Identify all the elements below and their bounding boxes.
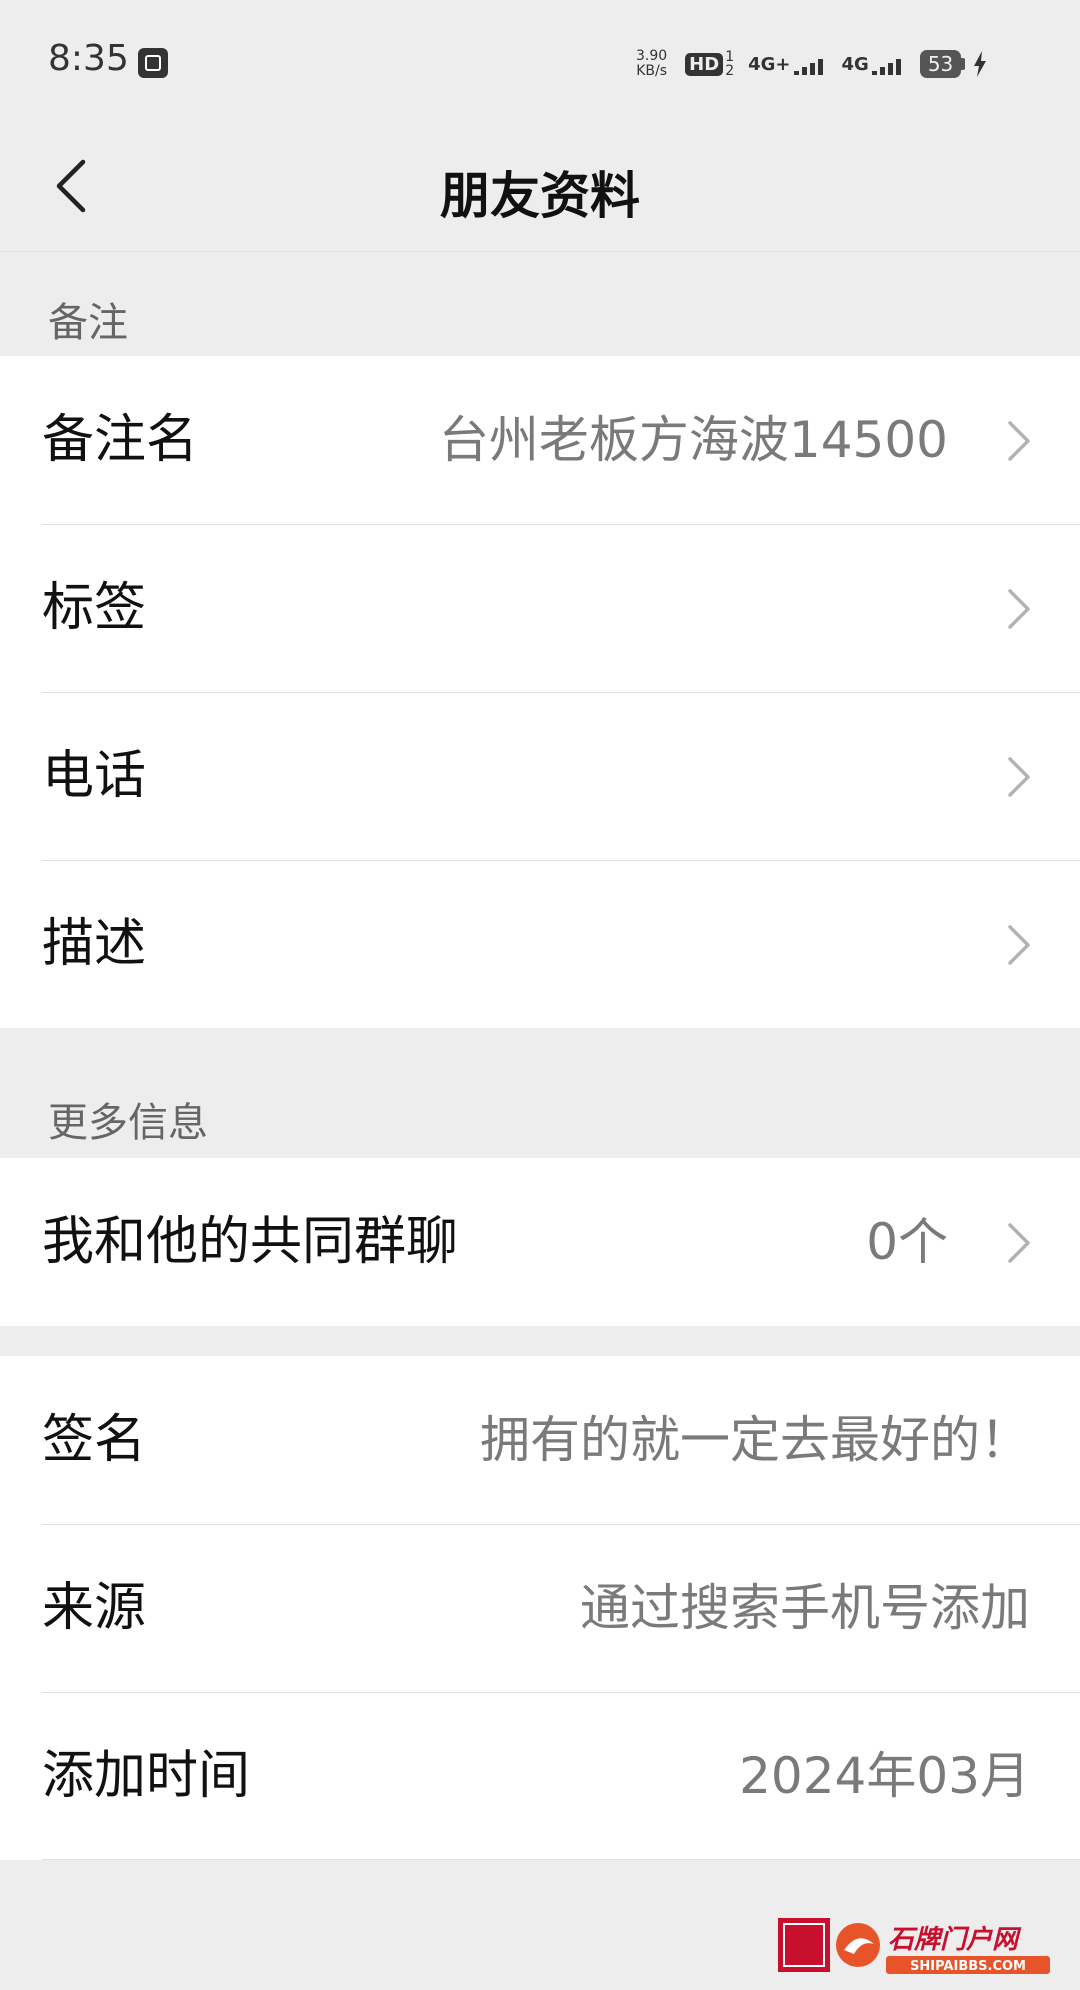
watermark-logo-icon: 石牌门户网 SHIPAIBBS.COM — [778, 1918, 1050, 1974]
section-label-remark: 备注 — [48, 300, 128, 346]
phone-row[interactable]: 电话 — [0, 692, 1080, 860]
battery-icon: 53 — [919, 50, 966, 78]
watermark-logo: 石牌门户网 SHIPAIBBS.COM — [776, 1914, 1056, 1976]
source-row: 来源 通过搜索手机号添加 — [0, 1524, 1080, 1692]
row-label: 备注名 — [42, 410, 199, 470]
sim1-network-label: 4G+ — [748, 53, 791, 75]
network-speed-value: 3.90 — [636, 48, 668, 64]
hd-sub-bottom: 2 — [725, 63, 735, 79]
hd-sub-top: 1 — [725, 49, 735, 65]
network-speed: 3.90 KB/s — [636, 49, 667, 79]
status-bar: 8:35 3.90 KB/s HD 1 2 4G+ 4G 53 — [0, 0, 1080, 120]
sim2-network-label: 4G — [841, 53, 869, 75]
row-label: 签名 — [42, 1410, 147, 1470]
battery-level: 53 — [919, 50, 962, 78]
row-label: 我和他的共同群聊 — [42, 1212, 459, 1272]
common-groups-count: 0个 — [866, 1213, 948, 1271]
chevron-right-icon — [1008, 757, 1030, 797]
remark-name-row[interactable]: 备注名 台州老板方海波14500 — [0, 356, 1080, 524]
row-label: 标签 — [42, 578, 147, 638]
charging-icon — [974, 51, 987, 77]
chevron-right-icon — [1008, 925, 1030, 965]
sim2-signal-icon: 4G — [842, 54, 904, 75]
common-groups-group: 我和他的共同群聊 0个 — [0, 1158, 1080, 1326]
watermark-url: SHIPAIBBS.COM — [910, 1959, 1026, 1974]
network-speed-unit: KB/s — [636, 63, 667, 79]
row-label: 电话 — [42, 746, 147, 806]
chevron-right-icon — [1008, 1223, 1030, 1263]
row-label: 来源 — [42, 1578, 147, 1638]
source-value: 通过搜索手机号添加 — [580, 1579, 1030, 1637]
status-time: 8:35 — [48, 38, 129, 79]
nav-bar: 朋友资料 — [0, 120, 1080, 252]
section-label-more-info: 更多信息 — [48, 1100, 208, 1146]
sim1-signal-icon: 4G+ — [748, 54, 825, 75]
screenshot-icon — [138, 48, 168, 78]
tags-row[interactable]: 标签 — [0, 524, 1080, 692]
status-indicators: 3.90 KB/s HD 1 2 4G+ 4G 53 — [636, 44, 987, 84]
remark-name-value: 台州老板方海波14500 — [438, 411, 948, 469]
signature-row: 签名 拥有的就一定去最好的！ — [0, 1356, 1080, 1524]
watermark-text: 石牌门户网 — [888, 1925, 1022, 1955]
common-groups-row[interactable]: 我和他的共同群聊 0个 — [0, 1158, 1080, 1326]
chevron-right-icon — [1008, 589, 1030, 629]
profile-info-group: 签名 拥有的就一定去最好的！ 来源 通过搜索手机号添加 添加时间 2024年03… — [0, 1356, 1080, 1860]
row-label: 描述 — [42, 914, 147, 974]
page-title: 朋友资料 — [440, 167, 640, 225]
remark-group: 备注名 台州老板方海波14500 标签 电话 描述 — [0, 356, 1080, 1028]
hd-icon: HD — [685, 52, 724, 76]
chevron-right-icon — [1008, 421, 1030, 461]
add-time-row: 添加时间 2024年03月 — [0, 1692, 1080, 1860]
description-row[interactable]: 描述 — [0, 860, 1080, 1028]
hd-sim-index: 1 2 — [725, 50, 734, 78]
row-label: 添加时间 — [42, 1746, 251, 1806]
signature-value: 拥有的就一定去最好的！ — [480, 1411, 1030, 1469]
add-time-value: 2024年03月 — [739, 1747, 1030, 1805]
